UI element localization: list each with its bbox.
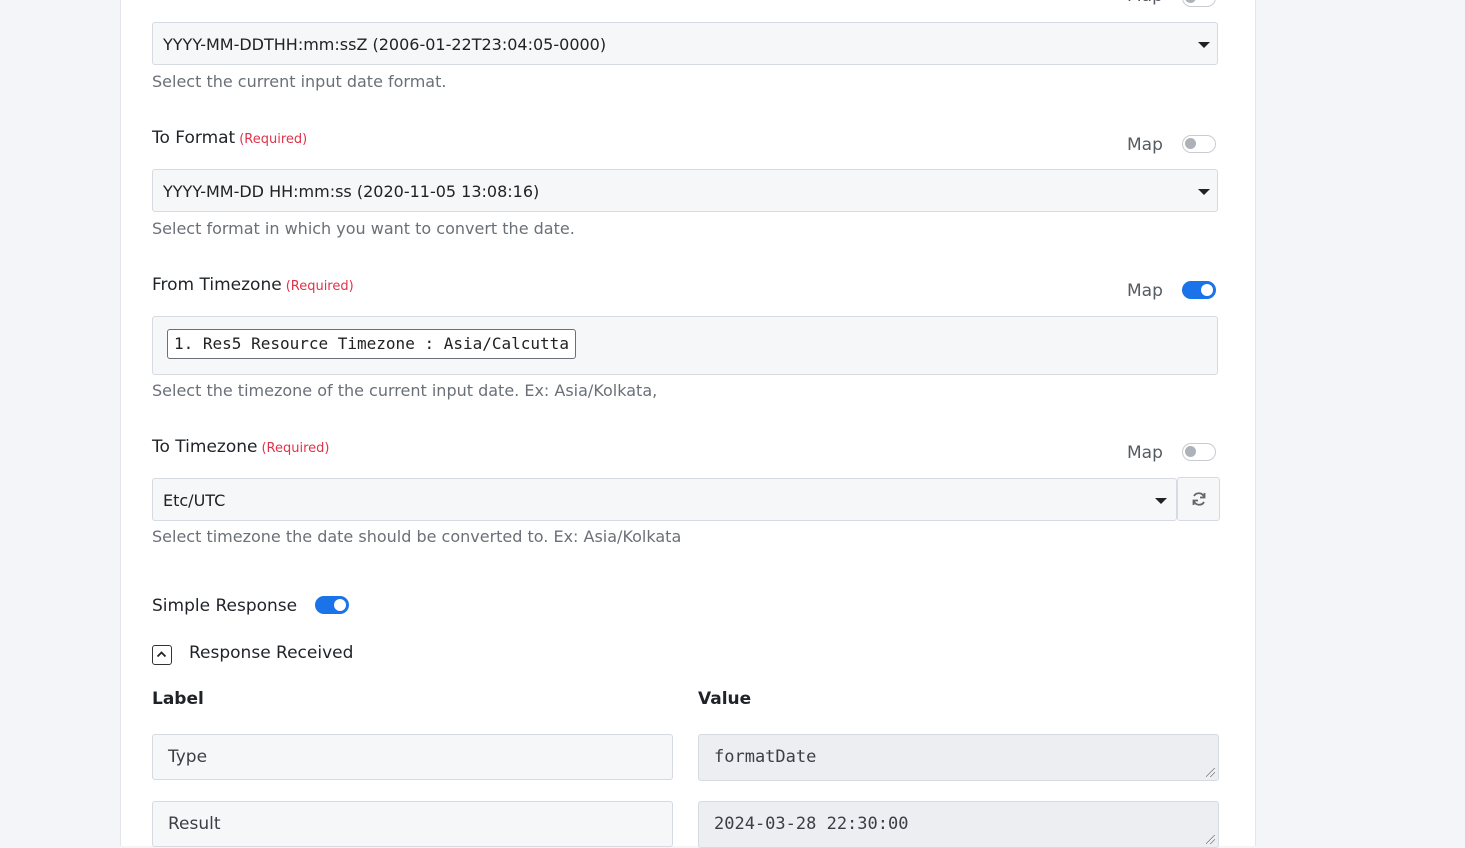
label-column-header: Label [152,689,204,709]
map-label-to-timezone: Map [1127,443,1163,463]
collapse-button[interactable] [152,645,172,665]
to-format-select[interactable]: YYYY-MM-DD HH:mm:ss (2020-11-05 13:08:16… [152,169,1218,212]
from-timezone-help: Select the timezone of the current input… [152,381,658,400]
response-value-text: formatDate [714,747,817,767]
refresh-button[interactable] [1177,477,1220,521]
response-value-field[interactable]: 2024-03-28 22:30:00 [698,801,1219,848]
resize-grip-icon[interactable] [1206,768,1215,777]
response-label-field[interactable]: Type [152,734,673,780]
to-format-value: YYYY-MM-DD HH:mm:ss (2020-11-05 13:08:16… [163,182,540,201]
caret-down-icon [1198,189,1210,195]
map-label-from-format: Map [1127,0,1163,6]
to-timezone-label: To Timezone (Required) [152,437,330,457]
to-format-help: Select format in which you want to conve… [152,219,575,238]
map-label-from-timezone: Map [1127,281,1163,301]
response-label-field[interactable]: Result [152,801,673,847]
to-timezone-help: Select timezone the date should be conve… [152,527,682,546]
form-panel [120,0,1256,846]
to-timezone-select[interactable]: Etc/UTC [152,478,1177,521]
simple-response-toggle[interactable] [315,596,349,614]
simple-response-label: Simple Response [152,596,298,616]
value-column-header: Value [698,689,752,709]
resize-grip-icon[interactable] [1206,835,1215,844]
to-format-label: To Format (Required) [152,128,308,148]
map-toggle-from-format[interactable] [1182,0,1216,7]
from-format-select[interactable]: YYYY-MM-DDTHH:mm:ssZ (2006-01-22T23:04:0… [152,22,1218,65]
from-format-help: Select the current input date format. [152,72,447,91]
caret-down-icon [1198,42,1210,48]
response-value-text: 2024-03-28 22:30:00 [714,814,909,834]
map-toggle-to-format[interactable] [1182,135,1216,153]
map-toggle-to-timezone[interactable] [1182,443,1216,461]
map-label-to-format: Map [1127,135,1163,155]
response-value-field[interactable]: formatDate [698,734,1219,781]
chevron-up-icon [156,651,167,658]
from-timezone-label: From Timezone (Required) [152,275,354,295]
mapped-value-chip[interactable]: 1. Res5 Resource Timezone : Asia/Calcutt… [167,329,576,359]
to-timezone-value: Etc/UTC [163,491,226,510]
from-format-value: YYYY-MM-DDTHH:mm:ssZ (2006-01-22T23:04:0… [163,35,607,54]
refresh-icon [1192,492,1206,506]
response-received-title: Response Received [189,643,354,663]
map-toggle-from-timezone[interactable] [1182,281,1216,299]
caret-down-icon [1155,498,1167,504]
